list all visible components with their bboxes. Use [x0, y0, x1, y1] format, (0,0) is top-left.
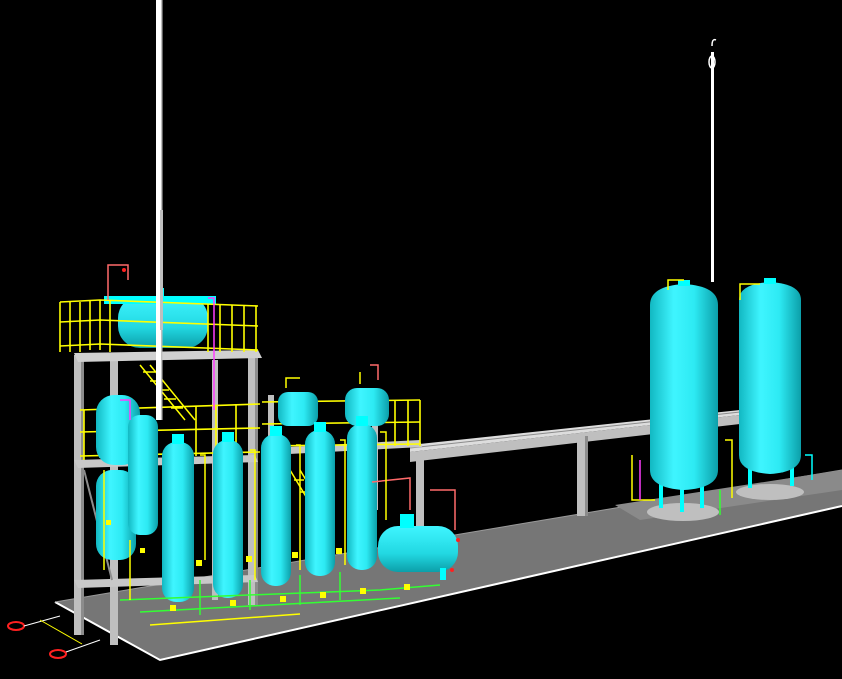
storage-tank-2: [739, 278, 801, 488]
column-2: [213, 432, 243, 598]
column-4: [305, 422, 335, 576]
column-3: [261, 426, 291, 586]
dimension-marks: [7, 615, 101, 659]
column-1: [162, 434, 194, 602]
column-5: [347, 416, 377, 570]
tank-base-2: [736, 484, 804, 500]
storage-tank-1: [650, 280, 718, 512]
model-viewport[interactable]: [0, 0, 842, 679]
plant-3d-model: [7, 0, 842, 662]
flare-stack-2: [708, 38, 717, 282]
flare-stack-1: [156, 0, 163, 420]
